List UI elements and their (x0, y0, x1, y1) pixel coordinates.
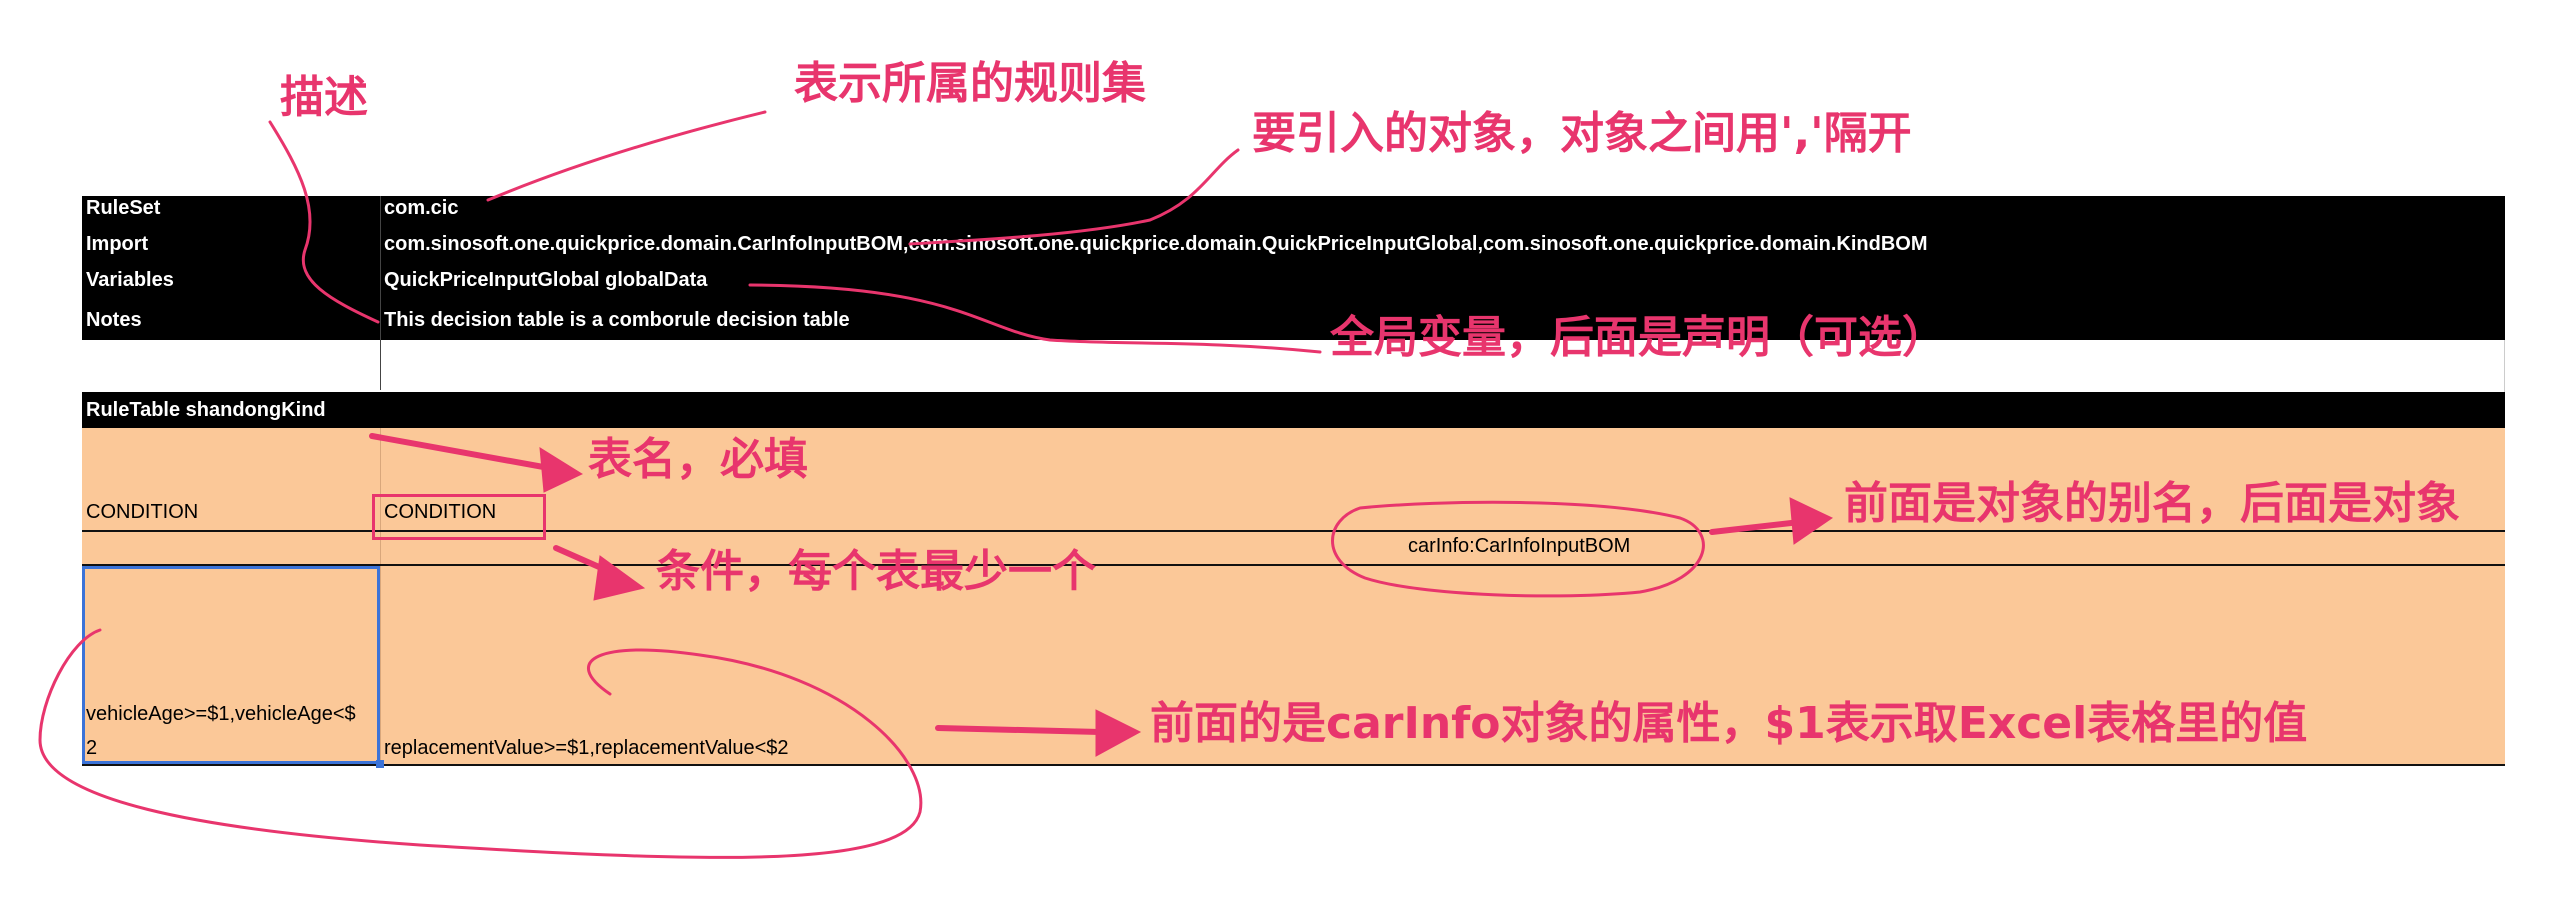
import-line (908, 148, 1240, 246)
property-loop (38, 628, 923, 859)
spreadsheet-canvas: RuleSet com.cic Import com.sinosoft.one.… (0, 0, 2567, 906)
variables-line (748, 283, 1322, 354)
ruleset-line (486, 110, 767, 202)
describe-line (268, 120, 380, 324)
alias-ellipse (1331, 500, 1705, 598)
annotation-strokes (38, 110, 1833, 859)
